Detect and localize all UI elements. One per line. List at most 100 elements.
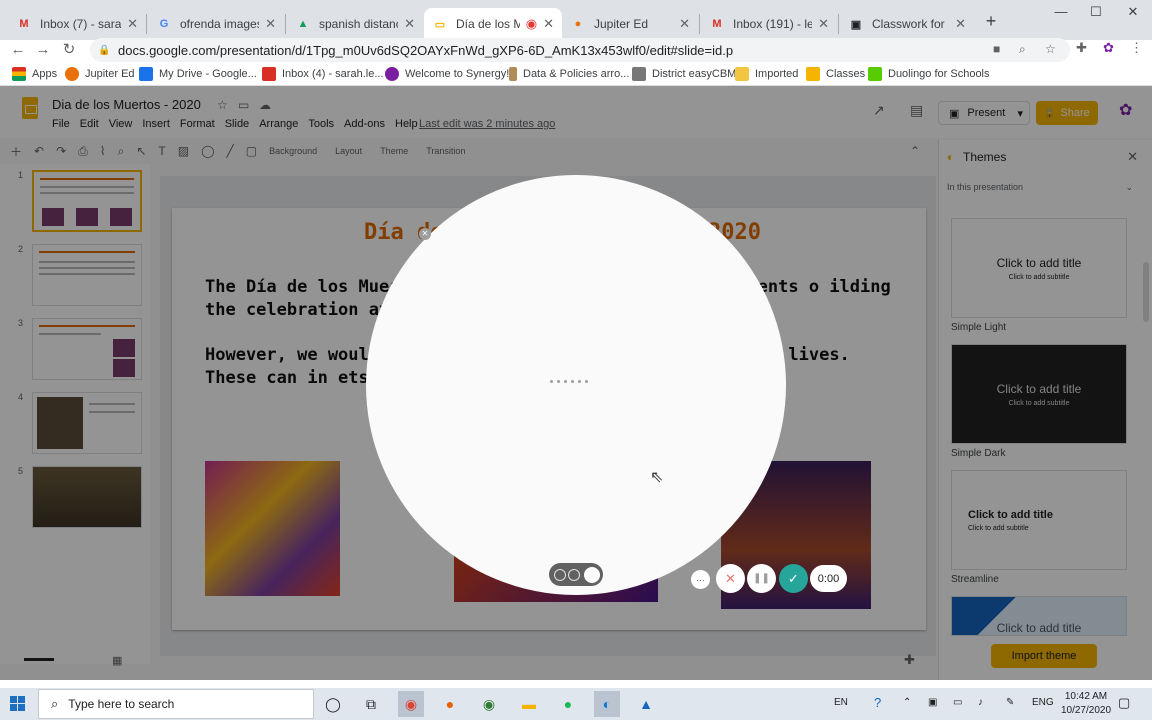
- slide-thumbnail[interactable]: [32, 170, 142, 232]
- tab-classwork[interactable]: ▣ Classwork for 1st gr ✕: [840, 8, 974, 40]
- paint-format-icon[interactable]: ⌇: [100, 144, 106, 158]
- menu-format[interactable]: Format: [180, 118, 215, 130]
- notification-icon[interactable]: ▣: [928, 697, 937, 708]
- bookmark-my-drive[interactable]: My Drive - Google...: [139, 67, 257, 81]
- slide-thumbnail[interactable]: [32, 392, 142, 454]
- camera-icon[interactable]: ■: [993, 42, 1000, 56]
- new-tab-button[interactable]: +: [981, 11, 1001, 32]
- themes-scrollbar[interactable]: [1143, 262, 1149, 322]
- menu-view[interactable]: View: [109, 118, 133, 130]
- language-short[interactable]: EN: [834, 697, 848, 708]
- import-theme-button[interactable]: Import theme: [991, 644, 1097, 668]
- taskbar-clock[interactable]: 10:42 AM 10/27/2020: [1054, 690, 1118, 718]
- more-options-button[interactable]: ···: [691, 570, 710, 589]
- print-icon[interactable]: ⎙: [78, 144, 88, 159]
- bookmark-star-icon[interactable]: ☆: [1045, 42, 1056, 56]
- help-icon[interactable]: ?: [874, 695, 881, 710]
- theme-card-streamline[interactable]: Click to add title Click to add subtitle: [951, 470, 1127, 570]
- forward-button[interactable]: →: [33, 40, 53, 60]
- tab-inbox-191[interactable]: M Inbox (191) - lewent ✕: [701, 8, 837, 40]
- menu-arrange[interactable]: Arrange: [259, 118, 298, 130]
- share-button[interactable]: 🔒 Share: [1036, 101, 1098, 125]
- close-icon[interactable]: ✕: [419, 228, 431, 240]
- theme-card-simple-light[interactable]: Click to add title Click to add subtitle: [951, 218, 1127, 318]
- menu-add-ons[interactable]: Add-ons: [344, 118, 385, 130]
- activity-trend-icon[interactable]: ↗: [873, 102, 885, 119]
- tab-close-icon[interactable]: ✕: [818, 16, 829, 32]
- line-icon[interactable]: ╱: [227, 144, 234, 158]
- file-explorer-taskbar-icon[interactable]: ▬: [516, 691, 542, 717]
- tab-spanish-distance[interactable]: ▲ spanish distance lea ✕: [287, 8, 423, 40]
- image-icon[interactable]: ▨: [178, 144, 189, 158]
- menu-help[interactable]: Help: [395, 118, 418, 130]
- present-button[interactable]: ▣ Present ▾: [938, 101, 1030, 125]
- menu-edit[interactable]: Edit: [80, 118, 99, 130]
- pen-icon[interactable]: ✎: [1006, 697, 1014, 708]
- shape-icon[interactable]: ◯: [201, 144, 214, 158]
- zoom-icon[interactable]: ⌕: [1019, 42, 1026, 57]
- textbox-icon[interactable]: T: [158, 144, 165, 158]
- tab-inbox[interactable]: M Inbox (7) - sarah.lew ✕: [8, 8, 146, 40]
- background-button[interactable]: Background: [269, 146, 317, 156]
- finish-recording-button[interactable]: ✓: [779, 564, 808, 593]
- transition-button[interactable]: Transition: [426, 146, 465, 156]
- language-label[interactable]: ENG: [1032, 697, 1054, 708]
- themes-filter-dropdown[interactable]: In this presentation ⌄: [947, 182, 1133, 192]
- tab-close-icon[interactable]: ✕: [955, 16, 966, 32]
- reload-button[interactable]: ↻: [59, 40, 79, 60]
- layout-button[interactable]: Layout: [335, 146, 362, 156]
- close-icon[interactable]: ✕: [1127, 149, 1138, 165]
- comment-icon[interactable]: ▢: [246, 144, 257, 158]
- minimize-button[interactable]: —: [1051, 4, 1071, 22]
- menu-insert[interactable]: Insert: [142, 118, 170, 130]
- slides-logo-icon[interactable]: [22, 97, 38, 119]
- pause-recording-button[interactable]: ❚❚: [747, 564, 776, 593]
- add-slide-icon[interactable]: ＋: [10, 143, 22, 160]
- cortana-icon[interactable]: ◯: [320, 691, 346, 717]
- undo-icon[interactable]: ↶: [34, 144, 44, 158]
- comments-icon[interactable]: ▤: [910, 102, 923, 119]
- spotify-taskbar-icon[interactable]: ●: [555, 691, 581, 717]
- camera-mode-toggle[interactable]: [549, 563, 603, 586]
- menu-file[interactable]: File: [52, 118, 70, 130]
- volume-icon[interactable]: ♪: [978, 697, 983, 708]
- cancel-recording-button[interactable]: ✕: [716, 564, 745, 593]
- tab-close-icon[interactable]: ✕: [265, 16, 276, 32]
- edge-taskbar-icon[interactable]: ◐: [594, 691, 620, 717]
- windows-start-icon[interactable]: [10, 696, 26, 712]
- bookmark-duolingo[interactable]: Duolingo for Schools: [868, 67, 990, 81]
- chrome-menu-icon[interactable]: ⋮: [1130, 40, 1143, 56]
- tray-expand-icon[interactable]: ⌃: [903, 697, 911, 708]
- bookmark-apps[interactable]: Apps: [12, 67, 57, 81]
- zoom-icon[interactable]: ⌕: [118, 144, 125, 159]
- select-icon[interactable]: ↖: [136, 144, 146, 158]
- bookmark-synergy[interactable]: Welcome to Synergy!: [385, 67, 509, 81]
- battery-icon[interactable]: ▭: [953, 697, 962, 708]
- redo-icon[interactable]: ↷: [56, 144, 66, 158]
- tab-close-icon[interactable]: ✕: [404, 16, 415, 32]
- taskbar-search-box[interactable]: ⌕ Type here to search: [38, 689, 314, 719]
- photos-taskbar-icon[interactable]: ▲: [633, 691, 659, 717]
- tab-jupiter-ed[interactable]: ● Jupiter Ed ✕: [562, 8, 698, 40]
- bookmark-inbox[interactable]: Inbox (4) - sarah.le...: [262, 67, 384, 81]
- bookmark-data-policies[interactable]: Data & Policies arro...: [509, 67, 629, 81]
- bookmark-imported[interactable]: Imported: [735, 67, 798, 81]
- tab-close-icon[interactable]: ✕: [127, 16, 138, 32]
- theme-card-simple-dark[interactable]: Click to add title Click to add subtitle: [951, 344, 1127, 444]
- tab-close-icon[interactable]: ✕: [679, 16, 690, 32]
- maximize-button[interactable]: ☐: [1086, 4, 1106, 22]
- slide-thumbnail[interactable]: [32, 318, 142, 380]
- star-icon[interactable]: ☆: [217, 98, 228, 112]
- tab-close-icon[interactable]: ✕: [543, 16, 554, 32]
- grid-view-icon[interactable]: ▦: [112, 654, 122, 667]
- action-center-icon[interactable]: ▢: [1118, 695, 1130, 711]
- move-folder-icon[interactable]: ▭: [238, 98, 249, 112]
- extensions-icon[interactable]: ✚: [1076, 40, 1087, 56]
- firefox-taskbar-icon[interactable]: ●: [437, 691, 463, 717]
- explore-icon[interactable]: ✚: [904, 652, 915, 668]
- bookmark-classes[interactable]: Classes: [806, 67, 865, 81]
- menu-tools[interactable]: Tools: [308, 118, 334, 130]
- camera-app-taskbar-icon[interactable]: ◉: [476, 691, 502, 717]
- last-edit-link[interactable]: Last edit was 2 minutes ago: [419, 118, 555, 130]
- document-title[interactable]: Dia de los Muertos - 2020: [52, 97, 201, 112]
